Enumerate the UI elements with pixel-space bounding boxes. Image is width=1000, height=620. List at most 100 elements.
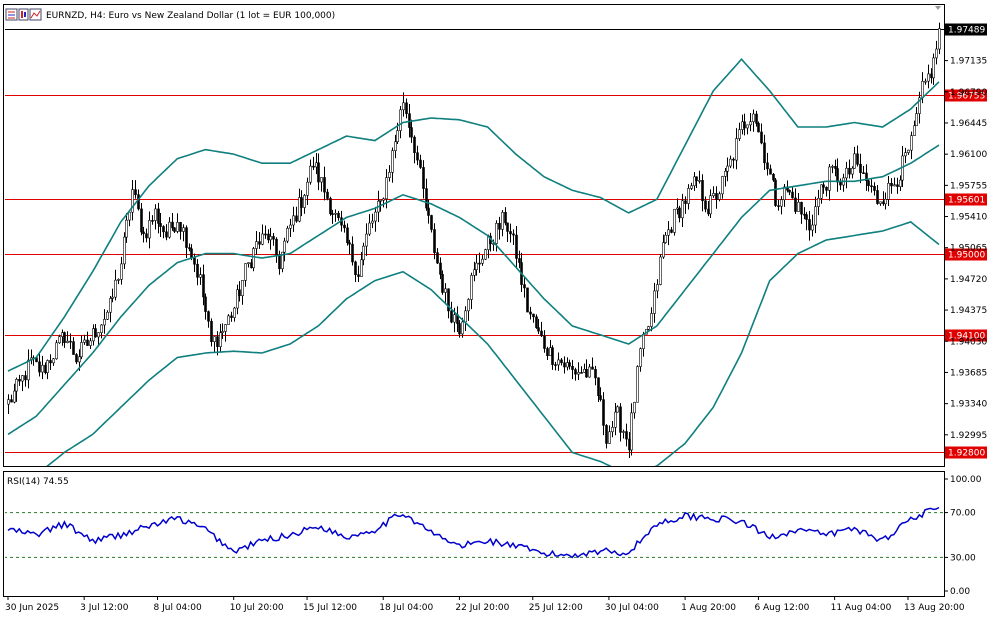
candle[interactable]	[154, 204, 157, 230]
candle[interactable]	[554, 361, 557, 371]
candle[interactable]	[828, 163, 831, 201]
candle[interactable]	[312, 156, 315, 171]
candle[interactable]	[876, 185, 879, 205]
candle[interactable]	[763, 134, 766, 171]
candle[interactable]	[591, 357, 594, 370]
candle[interactable]	[334, 209, 337, 222]
candle[interactable]	[611, 420, 614, 438]
candle[interactable]	[38, 352, 41, 377]
candle[interactable]	[904, 147, 907, 164]
candle[interactable]	[935, 40, 938, 65]
candle[interactable]	[162, 225, 165, 239]
candle[interactable]	[289, 218, 292, 238]
candle[interactable]	[571, 359, 574, 380]
candle[interactable]	[506, 222, 509, 242]
candle[interactable]	[659, 254, 662, 286]
candle[interactable]	[667, 221, 670, 246]
candle[interactable]	[188, 243, 191, 252]
candle[interactable]	[605, 424, 608, 449]
candle[interactable]	[323, 166, 326, 201]
candle[interactable]	[100, 324, 103, 339]
candle[interactable]	[30, 349, 33, 365]
candle[interactable]	[709, 189, 712, 218]
candle[interactable]	[560, 358, 563, 366]
candle[interactable]	[873, 182, 876, 196]
candle[interactable]	[797, 193, 800, 212]
candle[interactable]	[422, 160, 425, 199]
candle[interactable]	[24, 370, 27, 387]
candle[interactable]	[551, 345, 554, 370]
candle[interactable]	[80, 335, 83, 360]
candle[interactable]	[856, 145, 859, 167]
candle[interactable]	[27, 349, 30, 389]
candle[interactable]	[7, 394, 10, 414]
candle[interactable]	[687, 184, 690, 210]
candle[interactable]	[715, 186, 718, 209]
candle[interactable]	[712, 186, 715, 198]
candle[interactable]	[258, 231, 261, 249]
candle[interactable]	[766, 152, 769, 176]
candle[interactable]	[151, 215, 154, 225]
candle[interactable]	[470, 272, 473, 310]
candle[interactable]	[932, 53, 935, 85]
candle[interactable]	[515, 225, 518, 268]
candle[interactable]	[653, 282, 656, 323]
candle[interactable]	[264, 225, 267, 239]
candle[interactable]	[399, 106, 402, 139]
candle[interactable]	[625, 423, 628, 447]
candle[interactable]	[484, 248, 487, 261]
candle[interactable]	[148, 211, 151, 249]
candle[interactable]	[320, 177, 323, 192]
candle[interactable]	[413, 135, 416, 164]
candle[interactable]	[924, 78, 927, 85]
candle[interactable]	[292, 206, 295, 232]
candle[interactable]	[250, 259, 253, 269]
candle[interactable]	[447, 288, 450, 319]
candle[interactable]	[526, 287, 529, 313]
candle[interactable]	[532, 313, 535, 323]
candle[interactable]	[295, 206, 298, 223]
candle[interactable]	[94, 323, 97, 338]
candle[interactable]	[286, 225, 289, 244]
candle[interactable]	[633, 401, 636, 419]
candle[interactable]	[546, 346, 549, 361]
candle[interactable]	[450, 301, 453, 324]
candle[interactable]	[182, 224, 185, 242]
candle[interactable]	[887, 175, 890, 207]
candle[interactable]	[673, 208, 676, 236]
candle[interactable]	[173, 227, 176, 233]
candle[interactable]	[608, 425, 611, 444]
candle[interactable]	[128, 211, 131, 227]
candle[interactable]	[391, 147, 394, 183]
candle[interactable]	[848, 159, 851, 179]
candle[interactable]	[416, 145, 419, 166]
candle[interactable]	[918, 91, 921, 124]
candle[interactable]	[185, 225, 188, 258]
candle[interactable]	[670, 226, 673, 234]
candle[interactable]	[910, 131, 913, 160]
candle[interactable]	[111, 288, 114, 303]
candle[interactable]	[543, 330, 546, 353]
candle[interactable]	[131, 180, 134, 221]
candle[interactable]	[157, 202, 160, 234]
candle[interactable]	[836, 158, 839, 192]
candle[interactable]	[346, 223, 349, 246]
candle[interactable]	[382, 197, 385, 208]
candle[interactable]	[636, 365, 639, 403]
candle[interactable]	[72, 337, 75, 355]
candle[interactable]	[540, 321, 543, 337]
candle[interactable]	[879, 201, 882, 206]
candle[interactable]	[842, 173, 845, 192]
candle[interactable]	[236, 284, 239, 315]
candle[interactable]	[650, 307, 653, 332]
candle[interactable]	[729, 155, 732, 169]
candle[interactable]	[535, 314, 538, 329]
candle[interactable]	[664, 231, 667, 244]
candle[interactable]	[574, 367, 577, 381]
candle[interactable]	[41, 355, 44, 380]
candle[interactable]	[616, 405, 619, 413]
candle[interactable]	[230, 311, 233, 322]
candle[interactable]	[89, 337, 92, 349]
candle[interactable]	[563, 356, 566, 374]
main-plot-area[interactable]	[4, 22, 944, 498]
